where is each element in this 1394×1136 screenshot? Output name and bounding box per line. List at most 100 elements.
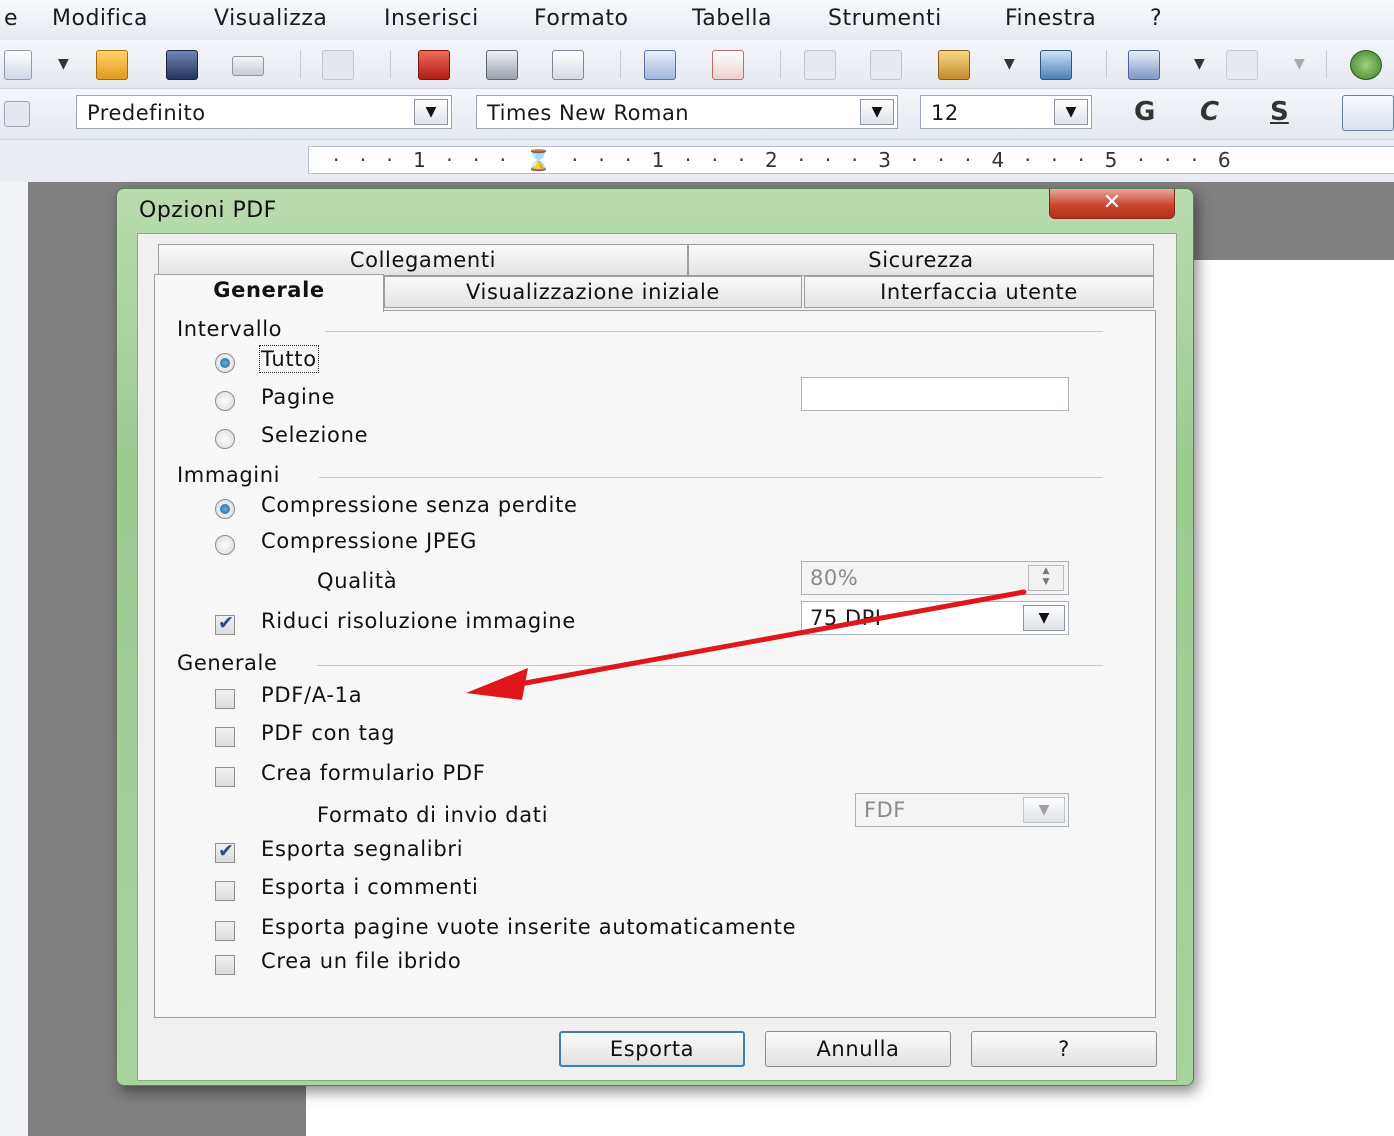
redo-icon[interactable]: [1226, 50, 1258, 80]
underline-button[interactable]: S: [1270, 97, 1289, 127]
annulla-button[interactable]: Annulla: [765, 1031, 951, 1067]
radio-compressione-jpeg[interactable]: [215, 535, 235, 555]
radio-compressione-senza-perdite-label[interactable]: Compressione senza perdite: [261, 493, 578, 517]
menu-item-finestra[interactable]: Finestra: [1005, 6, 1096, 31]
radio-selezione[interactable]: [215, 429, 235, 449]
open-folder-icon[interactable]: [96, 50, 128, 80]
radio-pagine-label[interactable]: Pagine: [261, 385, 335, 409]
font-size-combo[interactable]: 12 ▼: [920, 95, 1092, 129]
qualita-label: Qualità: [317, 569, 398, 593]
edit-file-icon[interactable]: [322, 50, 354, 80]
email-icon[interactable]: [232, 56, 264, 76]
autospellcheck-icon[interactable]: [712, 50, 744, 80]
group-divider: [325, 331, 1103, 332]
tab-collegamenti[interactable]: Collegamenti: [158, 244, 688, 276]
qualita-value: 80%: [810, 566, 859, 590]
font-name-combo[interactable]: Times New Roman ▼: [476, 95, 898, 129]
checkbox-file-ibrido-label[interactable]: Crea un file ibrido: [261, 949, 461, 973]
tab-visualizzazione-iniziale[interactable]: Visualizzazione iniziale: [384, 276, 802, 308]
chevron-down-icon[interactable]: ▼: [1054, 99, 1088, 125]
qualita-spinbox[interactable]: 80% ▲ ▼: [801, 561, 1069, 595]
checkbox-pdfa[interactable]: [215, 689, 235, 709]
dpi-dropdown[interactable]: 75 DPI ▼: [801, 601, 1069, 635]
checkbox-esporta-pagine-vuote[interactable]: [215, 921, 235, 941]
formatting-toolbar: Predefinito ▼ Times New Roman ▼ 12 ▼ G C…: [0, 89, 1394, 140]
group-immagini-label: Immagini: [177, 463, 281, 487]
save-icon[interactable]: [166, 50, 198, 80]
chevron-down-icon[interactable]: ▼: [1023, 797, 1065, 823]
checkbox-riduci-risoluzione[interactable]: [215, 612, 235, 635]
checkbox-pdf-con-tag-label[interactable]: PDF con tag: [261, 721, 395, 745]
radio-compressione-senza-perdite[interactable]: [215, 499, 235, 519]
toolbar-separator: [1326, 50, 1327, 78]
italic-button[interactable]: C: [1200, 97, 1219, 127]
radio-pagine[interactable]: [215, 391, 235, 411]
tab-sicurezza[interactable]: Sicurezza: [688, 244, 1154, 276]
horizontal-ruler[interactable]: · · · 1 · · · ⌛ · · · 1 · · · 2 · · · 3 …: [308, 146, 1394, 174]
menu-item-help[interactable]: ?: [1150, 6, 1162, 31]
checkbox-crea-formulario[interactable]: [215, 767, 235, 787]
pdf-options-dialog: Opzioni PDF ✕ Collegamenti Sicurezza Gen…: [116, 188, 1194, 1086]
paste-icon[interactable]: [938, 50, 970, 80]
ruler-area: · · · 1 · · · ⌛ · · · 1 · · · 2 · · · 3 …: [0, 140, 1394, 182]
copy-icon[interactable]: [870, 50, 902, 80]
undo-icon[interactable]: [1128, 50, 1160, 80]
radio-compressione-jpeg-label[interactable]: Compressione JPEG: [261, 529, 477, 553]
pagine-input[interactable]: [801, 377, 1069, 411]
group-generale-label: Generale: [177, 651, 278, 675]
chevron-down-icon[interactable]: ▼: [1294, 56, 1305, 72]
checkbox-esporta-commenti-label[interactable]: Esporta i commenti: [261, 875, 479, 899]
tab-generale[interactable]: Generale: [154, 274, 384, 312]
dpi-value: 75 DPI: [810, 606, 882, 630]
print-icon[interactable]: [486, 50, 518, 80]
menu-item-strumenti[interactable]: Strumenti: [828, 6, 942, 31]
paragraph-style-combo[interactable]: Predefinito ▼: [76, 95, 452, 129]
font-size-value: 12: [931, 101, 959, 125]
print-preview-icon[interactable]: [552, 50, 584, 80]
checkbox-pdf-con-tag[interactable]: [215, 727, 235, 747]
chevron-down-icon[interactable]: ▼: [1004, 56, 1015, 72]
radio-tutto[interactable]: [215, 353, 235, 373]
help-button[interactable]: ?: [971, 1031, 1157, 1067]
formato-invio-dropdown[interactable]: FDF ▼: [855, 793, 1069, 827]
group-divider: [319, 477, 1103, 478]
chevron-down-icon[interactable]: ▼: [1023, 605, 1065, 631]
menu-item-tabella[interactable]: Tabella: [692, 6, 772, 31]
menu-item-modifica[interactable]: Modifica: [52, 6, 148, 31]
spellcheck-icon[interactable]: [644, 50, 676, 80]
new-document-icon[interactable]: [4, 50, 32, 80]
menu-item-visualizza[interactable]: Visualizza: [214, 6, 327, 31]
checkbox-crea-formulario-label[interactable]: Crea formulario PDF: [261, 761, 485, 785]
checkbox-esporta-commenti[interactable]: [215, 881, 235, 901]
menu-item-formato[interactable]: Formato: [534, 6, 629, 31]
tab-panel-generale: Intervallo Tutto Pagine Selezione Immagi…: [154, 310, 1156, 1018]
chevron-down-icon[interactable]: ▼: [58, 56, 69, 72]
bold-button[interactable]: G: [1134, 97, 1155, 127]
chevron-down-icon[interactable]: ▼: [1194, 56, 1205, 72]
checkbox-esporta-segnalibri-label[interactable]: Esporta segnalibri: [261, 837, 463, 861]
checkbox-riduci-risoluzione-label[interactable]: Riduci risoluzione immagine: [261, 609, 576, 633]
chevron-down-icon[interactable]: ▼: [860, 99, 894, 125]
checkbox-esporta-pagine-vuote-label[interactable]: Esporta pagine vuote inserite automatica…: [261, 915, 796, 939]
styles-icon[interactable]: [4, 101, 30, 127]
menu-item-file-partial[interactable]: e: [4, 6, 18, 31]
checkbox-pdfa-label[interactable]: PDF/A-1a: [261, 683, 362, 707]
cut-icon[interactable]: [804, 50, 836, 80]
checkbox-file-ibrido[interactable]: [215, 955, 235, 975]
menu-item-inserisci[interactable]: Inserisci: [384, 6, 479, 31]
format-paintbrush-icon[interactable]: [1040, 50, 1072, 80]
group-intervallo-label: Intervallo: [177, 317, 283, 341]
checkbox-esporta-segnalibri[interactable]: [215, 840, 235, 863]
radio-tutto-label[interactable]: Tutto: [259, 345, 319, 373]
close-button[interactable]: ✕: [1049, 189, 1175, 219]
formato-invio-label: Formato di invio dati: [317, 803, 549, 827]
esporta-button[interactable]: Esporta: [559, 1031, 745, 1067]
export-pdf-icon[interactable]: [418, 50, 450, 80]
chevron-down-icon[interactable]: ▼: [414, 99, 448, 125]
radio-selezione-label[interactable]: Selezione: [261, 423, 368, 447]
align-left-icon[interactable]: [1342, 95, 1394, 131]
toolbar-separator: [300, 50, 301, 78]
navigator-icon[interactable]: [1350, 50, 1382, 80]
spin-arrows-icon[interactable]: ▲ ▼: [1028, 565, 1064, 591]
tab-interfaccia-utente[interactable]: Interfaccia utente: [804, 276, 1154, 308]
